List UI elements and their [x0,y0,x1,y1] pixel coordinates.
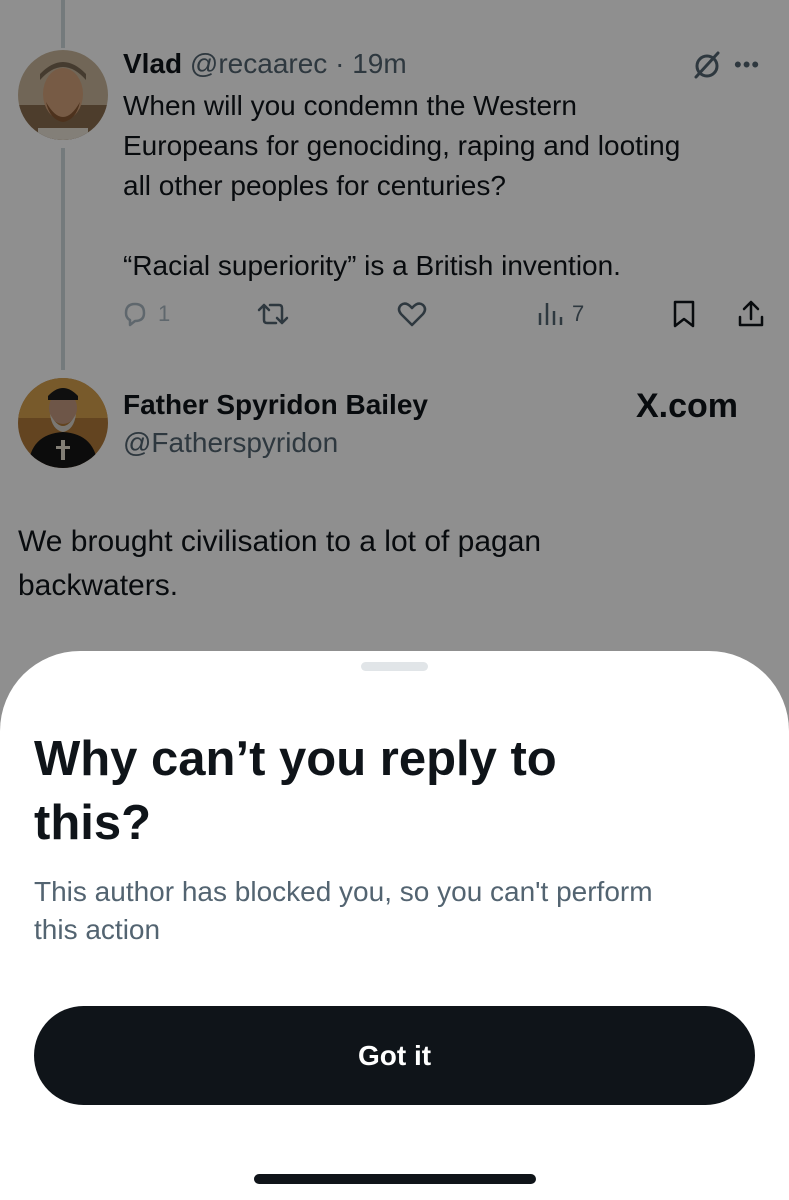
sheet-description: This author has blocked you, so you can'… [34,876,653,945]
got-it-button[interactable]: Got it [34,1006,755,1105]
sheet-grabber[interactable] [361,662,428,671]
bottom-sheet: Why can’t you reply to this? This author… [0,651,789,1200]
sheet-title: Why can’t you reply to this? [34,732,557,850]
home-indicator[interactable] [254,1174,536,1184]
